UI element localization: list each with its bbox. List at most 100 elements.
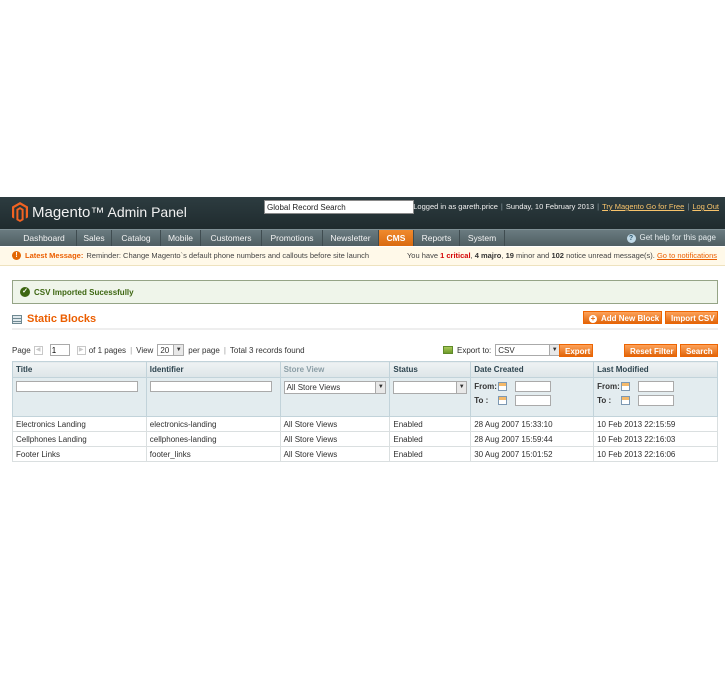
nav-promotions[interactable]: Promotions — [262, 230, 323, 246]
latest-message-text: Reminder: Change Magento`s default phone… — [86, 251, 370, 260]
filter-cell-identifier — [145, 377, 281, 417]
to-label: To : — [597, 396, 612, 405]
nav-catalog[interactable]: Catalog — [112, 230, 161, 246]
column-header-date-created[interactable]: Date Created — [470, 361, 595, 378]
user-bar: Logged in as gareth.price | Sunday, 10 Feb… — [413, 202, 719, 211]
add-new-block-label: Add New Block — [601, 314, 660, 323]
warning-icon: ! — [12, 251, 21, 260]
nav-system[interactable]: System — [460, 230, 505, 246]
nav-dashboard[interactable]: Dashboard — [12, 230, 77, 246]
logged-in-text: Logged in as gareth.price — [413, 202, 498, 211]
calendar-icon[interactable] — [498, 396, 508, 405]
cell-last-modified: 10 Feb 2013 22:16:06 — [593, 446, 718, 462]
filter-title-input[interactable] — [16, 381, 138, 392]
filter-cell-last-modified: From: To : — [593, 377, 718, 417]
latest-message: ! Latest Message: Reminder: Change Magen… — [12, 251, 369, 260]
page-number-input[interactable] — [49, 344, 70, 356]
minor-count: 19 — [505, 251, 514, 260]
magento-logo-icon — [12, 202, 28, 222]
success-message: ✓ CSV Imported Sucessfully — [20, 287, 134, 297]
export-controls: Export to: CSV ▼ — [443, 344, 561, 356]
global-search-input[interactable] — [264, 200, 414, 214]
calendar-icon[interactable] — [498, 382, 508, 391]
cell-title: Footer Links — [12, 446, 147, 462]
calendar-icon[interactable] — [621, 382, 631, 391]
go-to-notifications-link[interactable]: Go to notifications — [657, 251, 717, 260]
filter-cell-store-view: All Store Views ▼ — [279, 377, 391, 417]
date-created-to-input[interactable] — [515, 395, 552, 406]
help-link-label: Get help for this page — [639, 233, 717, 242]
table-row[interactable]: Cellphones Landing cellphones-landing Al… — [12, 431, 718, 447]
grid-filter-row: All Store Views ▼ ▼ From: To : From: To : — [12, 377, 718, 417]
page-title: Static Blocks — [12, 313, 96, 325]
chevron-down-icon: ▼ — [456, 382, 467, 393]
column-header-identifier[interactable]: Identifier — [145, 361, 281, 378]
reset-filter-button[interactable]: Reset Filter — [624, 344, 677, 357]
cell-identifier: cellphones-landing — [145, 431, 281, 447]
date-created-from-input[interactable] — [515, 381, 552, 392]
export-format-value: CSV — [498, 345, 515, 355]
logout-link[interactable]: Log Out — [692, 202, 719, 211]
from-label: From: — [597, 382, 620, 391]
cell-date-created: 28 Aug 2007 15:33:10 — [470, 416, 595, 432]
minor-text: minor and — [516, 251, 550, 260]
column-header-store-view[interactable]: Store View — [279, 361, 391, 378]
critical-count: 1 critical — [440, 251, 471, 260]
view-label: View — [136, 345, 154, 355]
table-row[interactable]: Footer Links footer_links All Store View… — [12, 446, 718, 462]
export-format-select[interactable]: CSV ▼ — [495, 344, 561, 356]
table-row[interactable]: Electronics Landing electronics-landing … — [12, 416, 718, 432]
help-link[interactable]: ? Get help for this page — [626, 230, 717, 246]
nav-newsletter[interactable]: Newsletter — [323, 230, 379, 246]
cell-identifier: footer_links — [145, 446, 281, 462]
filter-cell-date-created: From: To : — [470, 377, 595, 417]
admin-header: Magento™ Admin Panel Logged in as gareth… — [0, 197, 725, 229]
admin-page: Magento™ Admin Panel Logged in as gareth… — [0, 197, 725, 465]
nav-cms[interactable]: CMS — [379, 230, 414, 246]
nav-sales[interactable]: Sales — [77, 230, 112, 246]
try-magento-go-link[interactable]: Try Magento Go for Free — [602, 202, 684, 211]
latest-message-label: Latest Message: — [25, 251, 84, 260]
success-message-text: CSV Imported Sucessfully — [34, 287, 134, 297]
filter-identifier-input[interactable] — [149, 381, 272, 392]
grid-icon — [12, 314, 22, 324]
column-header-title[interactable]: Title — [12, 361, 147, 378]
cell-store-view: All Store Views — [279, 416, 391, 432]
notice-text: notice unread message(s). — [566, 251, 655, 260]
cell-identifier: electronics-landing — [145, 416, 281, 432]
calendar-icon[interactable] — [621, 396, 631, 405]
filter-store-view-select[interactable]: All Store Views ▼ — [283, 381, 387, 394]
cell-title: Electronics Landing — [12, 416, 147, 432]
last-modified-to-input[interactable] — [638, 395, 675, 406]
column-header-status[interactable]: Status — [389, 361, 472, 378]
column-header-last-modified[interactable]: Last Modified — [593, 361, 718, 378]
last-modified-from-input[interactable] — [638, 381, 675, 392]
export-label: Export to: — [457, 345, 492, 355]
cell-last-modified: 10 Feb 2013 22:16:03 — [593, 431, 718, 447]
search-button[interactable]: Search — [680, 344, 718, 357]
total-records: Total 3 records found — [229, 345, 305, 355]
nav-customers[interactable]: Customers — [201, 230, 262, 246]
previous-page-icon[interactable]: ◀ — [33, 345, 43, 355]
add-new-block-button[interactable]: + Add New Block — [583, 311, 662, 324]
export-icon — [443, 346, 453, 354]
next-page-icon[interactable]: ▶ — [76, 345, 86, 355]
nav-reports[interactable]: Reports — [414, 230, 460, 246]
magento-logo[interactable]: Magento™ Admin Panel — [12, 202, 187, 222]
you-have-text: You have — [406, 251, 438, 260]
notice-count: 102 — [551, 251, 564, 260]
date-created-from: From: — [474, 381, 590, 392]
per-page-select[interactable]: 20 ▼ — [157, 344, 185, 356]
per-page-label: per page — [188, 345, 220, 355]
pager: Page ◀ ▶ of 1 pages | View 20▼ per page … — [12, 344, 305, 356]
import-csv-button[interactable]: Import CSV — [665, 311, 718, 324]
help-icon: ? — [626, 233, 636, 243]
cell-status: Enabled — [389, 431, 472, 447]
cell-last-modified: 10 Feb 2013 22:15:59 — [593, 416, 718, 432]
nav-mobile[interactable]: Mobile — [161, 230, 201, 246]
chevron-down-icon: ▼ — [173, 345, 184, 355]
export-button[interactable]: Export — [559, 344, 593, 357]
checkmark-icon: ✓ — [20, 287, 30, 297]
filter-status-select[interactable]: ▼ — [393, 381, 468, 394]
main-nav: Dashboard Sales Catalog Mobile Customers… — [0, 229, 725, 246]
